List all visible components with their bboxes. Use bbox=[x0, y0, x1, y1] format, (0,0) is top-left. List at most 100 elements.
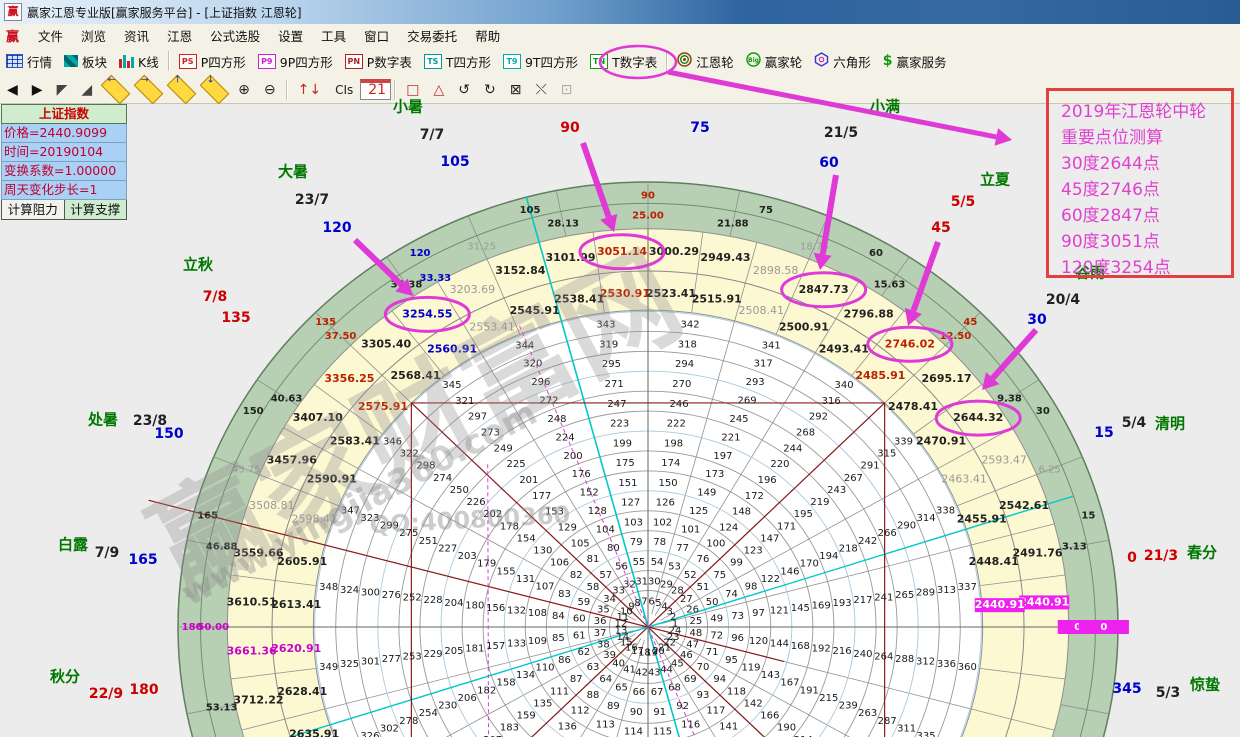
spiral-number: 265 bbox=[895, 590, 914, 601]
outer-label: 75 bbox=[690, 120, 709, 136]
annotation-line-5: 90度3051点 bbox=[1061, 229, 1231, 255]
toolbar-button-kline[interactable]: K线 bbox=[113, 50, 165, 73]
menu-item-6[interactable]: 工具 bbox=[312, 24, 355, 47]
menu-item-1[interactable]: 浏览 bbox=[72, 24, 115, 47]
spiral-number: 176 bbox=[572, 469, 591, 480]
spiral-number: 322 bbox=[400, 449, 419, 460]
toolbar-separator bbox=[394, 80, 396, 100]
price-inner: 2508.41 bbox=[739, 304, 785, 317]
spiral-number: 245 bbox=[729, 414, 748, 425]
spiral-number: 78 bbox=[653, 537, 666, 548]
spiral-number: 221 bbox=[721, 432, 740, 443]
tool-t-updown[interactable]: ↑↓ bbox=[291, 81, 328, 99]
tool-zoom-out[interactable]: ⊖ bbox=[257, 81, 283, 99]
menu-item-0[interactable]: 文件 bbox=[29, 24, 72, 47]
spiral-number: 154 bbox=[517, 533, 536, 544]
spiral-number: 72 bbox=[710, 631, 723, 642]
toolbar-button-9p-square[interactable]: P99P四方形 bbox=[252, 50, 339, 73]
spiral-number: 70 bbox=[697, 662, 710, 673]
toolbar-button-p-table[interactable]: PNP数字表 bbox=[339, 50, 418, 73]
spiral-number: 180 bbox=[465, 600, 484, 611]
tool-rotate-cw[interactable]: ↻ bbox=[477, 81, 503, 99]
wheel-spoke bbox=[809, 216, 828, 259]
wheel-overlay-line bbox=[488, 464, 489, 737]
percent: 31.25 bbox=[467, 242, 496, 253]
tool-rotate-right[interactable]: ◢ bbox=[74, 81, 99, 99]
spiral-number: 316 bbox=[822, 396, 841, 407]
percent: 21.88 bbox=[717, 218, 749, 229]
spiral-number: 134 bbox=[516, 670, 535, 681]
tool-rotate-left[interactable]: ◤ bbox=[50, 81, 75, 99]
tool-board[interactable]: ⊡ bbox=[554, 81, 580, 99]
spiral-number: 239 bbox=[839, 701, 858, 712]
price-outer: 3000.29 bbox=[649, 245, 699, 258]
spiral-number: 149 bbox=[697, 488, 716, 499]
spiral-number: 156 bbox=[486, 603, 505, 614]
spiral-number: 341 bbox=[762, 340, 781, 351]
highlighted-value-bg bbox=[1079, 620, 1129, 634]
tool-draw-triangle[interactable]: △ bbox=[426, 81, 451, 99]
menu-item-3[interactable]: 江恩 bbox=[158, 24, 201, 47]
spiral-number: 215 bbox=[819, 693, 838, 704]
tool-crosshair[interactable]: ⤬ bbox=[528, 81, 553, 99]
menu-item-4[interactable]: 公式选股 bbox=[201, 24, 269, 47]
spiral-number: 119 bbox=[741, 662, 760, 673]
spiral-number: 348 bbox=[319, 582, 338, 593]
spiral-number: 64 bbox=[599, 674, 612, 685]
wheel-spoke bbox=[662, 545, 972, 624]
toolbar-button-quotes[interactable]: 行情 bbox=[0, 50, 58, 73]
tool-draw-square[interactable]: □ bbox=[399, 81, 426, 99]
toolbar-button-t-table[interactable]: TNT数字表 bbox=[584, 50, 663, 73]
toolbar-button-p-square[interactable]: PSP四方形 bbox=[173, 50, 252, 73]
tool-calendar[interactable]: 21 bbox=[360, 79, 391, 100]
spiral-number: 195 bbox=[794, 509, 813, 520]
calc-resistance-button[interactable]: 计算阻力 bbox=[1, 200, 65, 220]
tool-move-down[interactable]: ↓ bbox=[200, 75, 230, 105]
outer-label: 165 bbox=[128, 552, 157, 568]
outer-label: 春分 bbox=[1187, 544, 1217, 562]
wheel-spoke bbox=[257, 380, 298, 406]
wheel-spoke bbox=[593, 232, 604, 313]
p-square-icon: PS bbox=[179, 54, 197, 69]
toolbar-button-winner-wheel[interactable]: Big赢家轮 bbox=[740, 50, 809, 73]
spiral-number: 100 bbox=[706, 538, 725, 549]
hexagon-icon bbox=[814, 52, 829, 70]
app-icon: 赢 bbox=[4, 3, 22, 21]
price-outer: 3407.10 bbox=[293, 411, 343, 424]
menu-item-5[interactable]: 设置 bbox=[269, 24, 312, 47]
toolbar-button-t-square[interactable]: TST四方形 bbox=[418, 50, 497, 73]
tool-nav-left[interactable]: ◀ bbox=[0, 81, 25, 99]
toolbar-button-sectors[interactable]: 板块 bbox=[58, 50, 113, 73]
menu-item-8[interactable]: 交易委托 bbox=[398, 24, 466, 47]
tool-move-right[interactable]: → bbox=[134, 75, 164, 105]
tool-move-up[interactable]: ↑ bbox=[167, 75, 197, 105]
outer-label: 5/3 bbox=[1156, 685, 1181, 701]
toolbar-button-hexagon[interactable]: 六角形 bbox=[808, 50, 877, 73]
spiral-number: 122 bbox=[761, 574, 780, 585]
menu-item-7[interactable]: 窗口 bbox=[355, 24, 398, 47]
spiral-number: 2 bbox=[670, 612, 676, 623]
tool-zoom-in[interactable]: ⊕ bbox=[231, 81, 257, 99]
toolbar-button-gann-wheel[interactable]: 江恩轮 bbox=[671, 50, 740, 73]
tool-cls[interactable]: CIs bbox=[328, 82, 360, 98]
calc-support-button[interactable]: 计算支撑 bbox=[65, 200, 128, 220]
spiral-number: 77 bbox=[676, 543, 689, 554]
spiral-number: 200 bbox=[564, 451, 583, 462]
highlighted-value-bg bbox=[1019, 595, 1069, 609]
grid-icon bbox=[6, 54, 23, 68]
tool-rotate-ccw[interactable]: ↺ bbox=[451, 81, 477, 99]
menu-item-9[interactable]: 帮助 bbox=[466, 24, 509, 47]
tool-box-x[interactable]: ⊠ bbox=[503, 81, 529, 99]
menu-item-2[interactable]: 资讯 bbox=[115, 24, 158, 47]
t-table-icon: TN bbox=[590, 54, 608, 69]
outer-label: 345 bbox=[1112, 681, 1141, 697]
spiral-number: 37 bbox=[594, 628, 607, 639]
info-row-2: 变换系数=1.00000 bbox=[1, 162, 127, 181]
tool-nav-right[interactable]: ▶ bbox=[25, 81, 50, 99]
wheel-spoke bbox=[660, 469, 938, 621]
wheel-spoke bbox=[411, 636, 638, 737]
tool-move-left[interactable]: ← bbox=[101, 75, 131, 105]
toolbar-button-9t-square[interactable]: T99T四方形 bbox=[497, 50, 584, 73]
spiral-number: 67 bbox=[651, 687, 664, 698]
toolbar-button-winner-service[interactable]: $赢家服务 bbox=[877, 50, 953, 73]
